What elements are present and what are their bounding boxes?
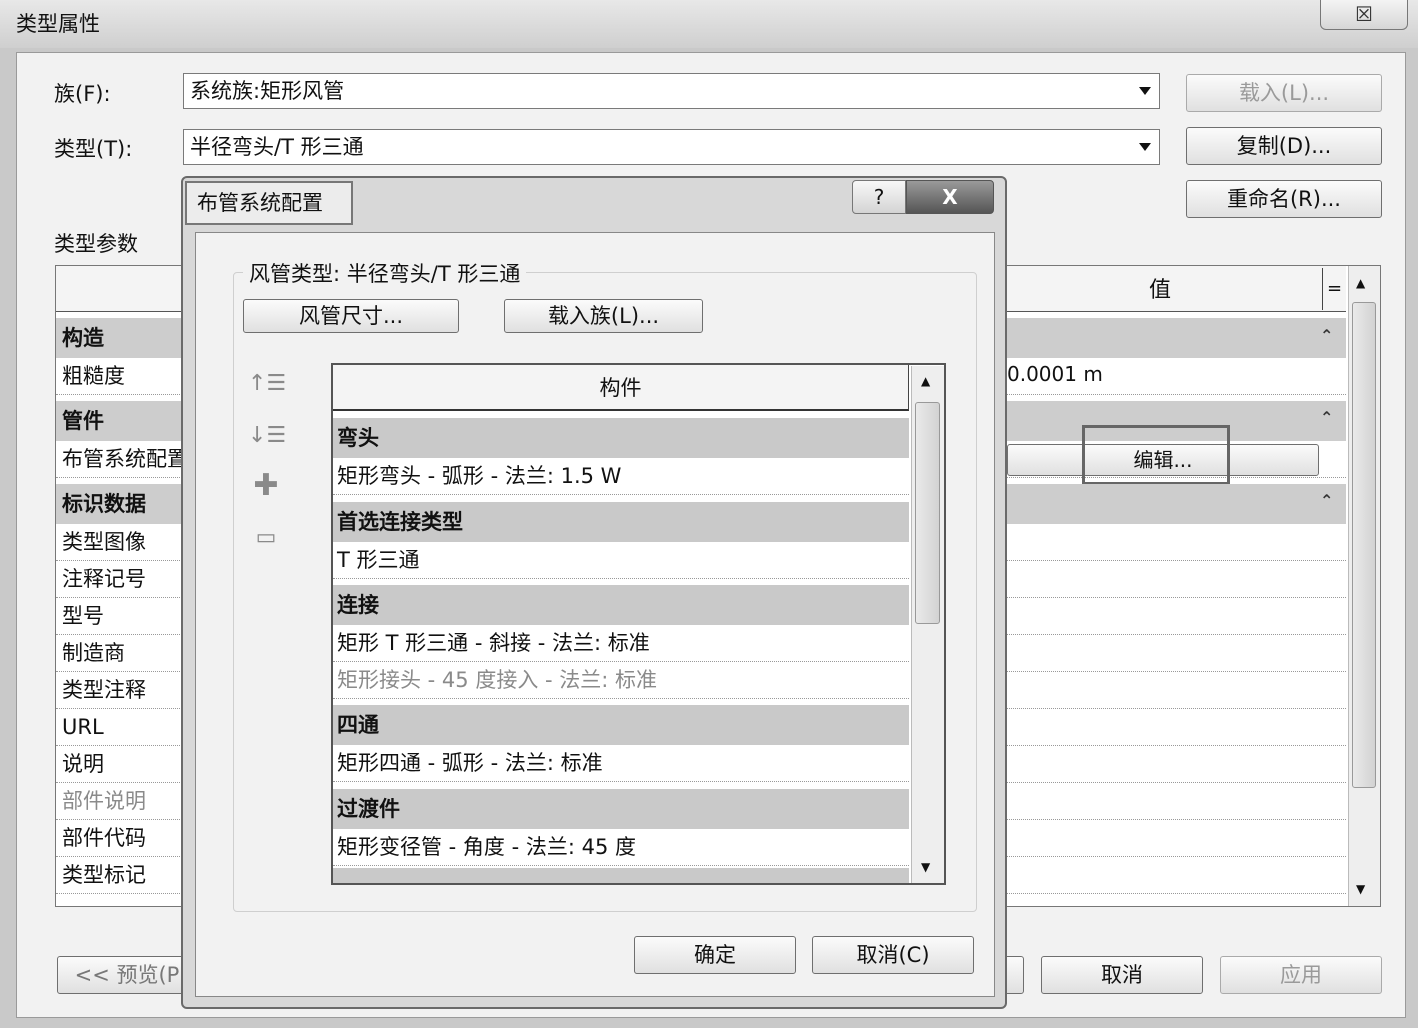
collapse-icon[interactable]: ⌃ [1320,408,1333,427]
components-header: 构件 [333,365,909,411]
dialog-close-button[interactable]: X [906,180,994,214]
add-icon[interactable]: ✚ [248,468,284,504]
rename-button[interactable]: 重命名(R)... [1186,180,1382,218]
list-item[interactable]: 矩形变径管 - 角度 - 法兰: 45 度 [333,829,909,866]
param-name: 说明 [62,752,104,776]
type-select-value: 半径弯头/T 形三通 [190,135,364,159]
window-title: 类型属性 [16,12,100,36]
param-name: 类型标记 [62,863,146,887]
list-item[interactable]: 矩形 T 形三通 - 斜接 - 法兰: 标准 [333,625,909,662]
param-name: 部件代码 [62,826,146,850]
list-item[interactable]: 矩形弯头 - 弧形 - 法兰: 1.5 W [333,458,909,495]
param-name: URL [62,715,104,739]
dialog-title: 布管系统配置 [185,181,353,225]
list-group-elbow: 弯头 [333,418,909,458]
scroll-up-icon[interactable]: ▲ [1356,276,1365,290]
highlight-box [1082,425,1230,485]
chevron-down-icon [1139,87,1151,95]
move-down-icon[interactable]: ↓☰ [248,418,286,454]
param-name: 布管系统配置 [62,447,188,471]
duct-type-label: 风管类型: 半径弯头/T 形三通 [243,258,527,288]
param-name: 型号 [62,604,104,628]
group-label: 构造 [62,326,104,350]
apply-button[interactable]: 应用 [1220,956,1382,994]
list-group-cross: 四通 [333,705,909,745]
type-label: 类型(T): [54,137,133,161]
param-name: 粗糙度 [62,364,125,388]
remove-icon[interactable]: ▭ [248,520,284,556]
formula-column-header: = [1322,268,1346,310]
collapse-icon[interactable]: ⌃ [1320,326,1333,345]
load-family-button[interactable]: 载入族(L)... [504,299,703,333]
list-group-transition: 过渡件 [333,789,909,829]
chevron-down-icon [1139,143,1151,151]
list-group-preferred-junction: 首选连接类型 [333,502,909,542]
preview-button[interactable]: << 预览(P [57,956,197,994]
duct-sizes-button[interactable]: 风管尺寸... [243,299,459,333]
duplicate-button[interactable]: 复制(D)... [1186,127,1382,165]
group-label: 标识数据 [62,492,146,516]
value-column-header: 值 [1148,278,1171,303]
param-name: 类型注释 [62,678,146,702]
move-up-icon[interactable]: ↑☰ [248,366,286,402]
scroll-down-icon[interactable]: ▼ [921,860,930,874]
group-label: 管件 [62,409,104,433]
dialog-ok-button[interactable]: 确定 [634,936,796,974]
dialog-cancel-button[interactable]: 取消(C) [812,936,974,974]
list-group-junction: 连接 [333,585,909,625]
list-group-partial [333,868,909,883]
param-name: 部件说明 [62,789,146,813]
family-select[interactable]: 系统族:矩形风管 [183,73,1160,109]
list-item[interactable]: 矩形接头 - 45 度接入 - 法兰: 标准 [333,662,909,699]
param-name: 注释记号 [62,567,146,591]
roughness-value[interactable]: 0.0001 m [1007,362,1103,386]
scroll-up-icon[interactable]: ▲ [921,374,930,388]
list-item[interactable]: 矩形四通 - 弧形 - 法兰: 标准 [333,745,909,782]
list-scroll-thumb[interactable] [915,402,940,624]
param-name: 制造商 [62,641,125,665]
help-button[interactable]: ? [852,180,906,214]
load-button[interactable]: 载入(L)... [1186,74,1382,112]
scroll-down-icon[interactable]: ▼ [1356,882,1365,896]
list-item[interactable]: T 形三通 [333,542,909,579]
window-title-bar [0,0,1418,48]
type-select[interactable]: 半径弯头/T 形三通 [183,129,1160,165]
family-label: 族(F): [54,82,111,106]
grid-scroll-thumb[interactable] [1352,302,1376,788]
collapse-icon[interactable]: ⌃ [1320,491,1333,510]
family-select-value: 系统族:矩形风管 [190,79,345,103]
param-name: 类型图像 [62,530,146,554]
window-close-button[interactable]: ☒ [1320,0,1408,30]
cancel-button[interactable]: 取消 [1041,956,1203,994]
type-params-label: 类型参数 [54,232,138,256]
